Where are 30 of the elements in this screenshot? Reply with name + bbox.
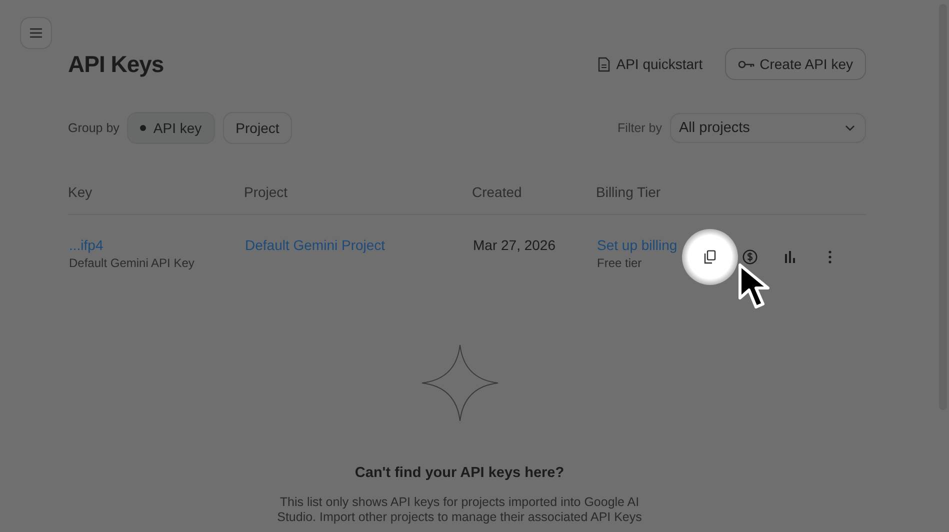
empty-state-text: This list only shows API keys for projects imported into Google AI Studio. Import other projects to manage their associated API Keys xyxy=(276,495,643,525)
column-header: Key xyxy=(68,174,244,214)
billing-link[interactable]: Set up billing xyxy=(597,237,678,253)
group-by-chip[interactable]: Project xyxy=(222,112,292,144)
menu-button[interactable] xyxy=(20,17,52,49)
column-header: Created xyxy=(472,174,596,214)
menu-icon xyxy=(29,28,43,38)
bar-chart-icon[interactable] xyxy=(784,250,796,262)
sparkle-icon xyxy=(420,343,500,423)
created-date: Mar 27, 2026 xyxy=(473,237,556,253)
key-name: Default Gemini API Key xyxy=(69,256,196,270)
copy-icon[interactable] xyxy=(704,250,716,264)
more-icon[interactable] xyxy=(828,250,832,264)
key-icon xyxy=(738,60,755,68)
dollar-icon[interactable] xyxy=(742,248,758,264)
column-header: Project xyxy=(244,174,472,214)
document-icon xyxy=(598,56,610,72)
group-by-label: Group by xyxy=(68,121,120,135)
project-link[interactable]: Default Gemini Project xyxy=(245,237,471,253)
filter-label: Filter by xyxy=(618,121,662,135)
key-link[interactable]: ...ifp4 xyxy=(69,237,243,253)
create-api-key-button[interactable]: Create API key xyxy=(724,48,866,80)
chevron-down-icon xyxy=(845,125,855,131)
group-by-chip[interactable]: API key xyxy=(127,112,215,144)
page-title: API Keys xyxy=(68,50,164,78)
billing-tier-label: Free tier xyxy=(597,256,643,270)
column-header: Billing Tier xyxy=(596,174,866,214)
project-filter-dropdown[interactable]: All projects xyxy=(670,113,866,143)
quickstart-link[interactable]: API quickstart xyxy=(598,56,703,72)
empty-state-heading: Can't find your API keys here? xyxy=(354,465,564,481)
